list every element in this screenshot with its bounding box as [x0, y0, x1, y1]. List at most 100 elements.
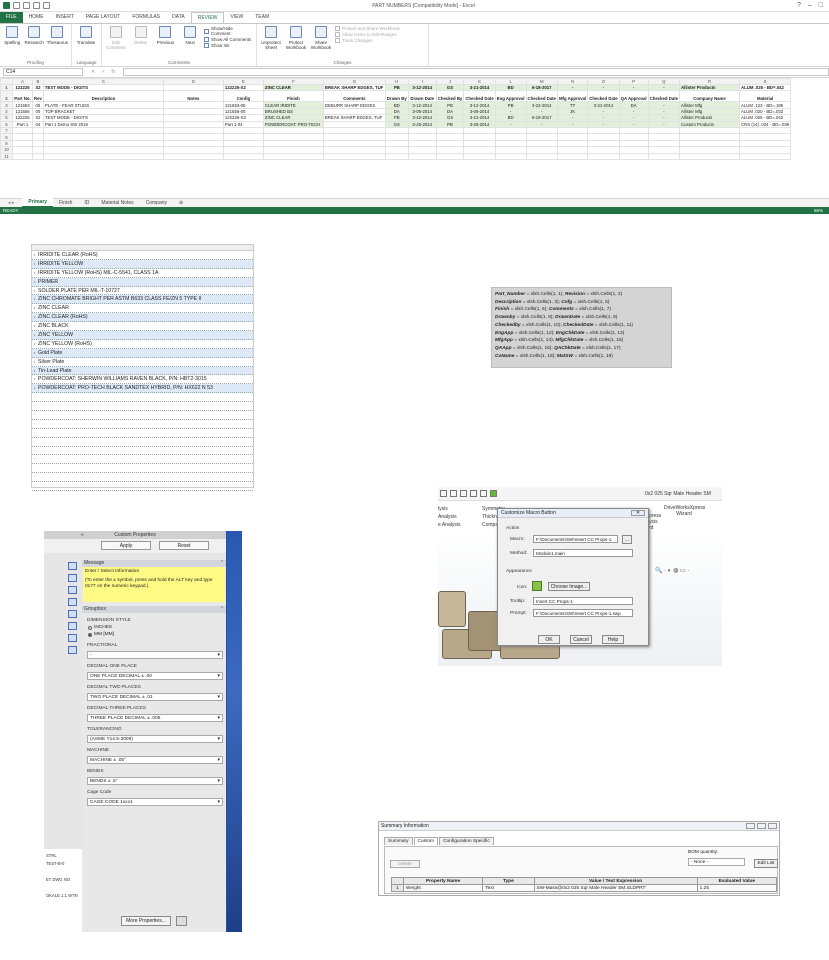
row-header[interactable]: 11 — [0, 152, 13, 160]
folder-icon[interactable] — [67, 586, 77, 594]
field-dropdown[interactable]: (ASME Y14.5-2009) — [87, 735, 223, 743]
cancel-icon[interactable]: ✕ — [91, 69, 95, 75]
sw-tool-icon[interactable] — [440, 490, 447, 497]
collapse-icon[interactable]: « — [81, 531, 84, 539]
tab-home[interactable]: HOME — [23, 12, 50, 23]
list-item[interactable]: • IRRIDITE YELLOW — [32, 259, 253, 269]
cell[interactable] — [42, 152, 164, 160]
tab-data[interactable]: DATA — [166, 12, 191, 23]
summary-tab-summary[interactable]: Summary — [384, 837, 413, 845]
field-dropdown[interactable]: - — [87, 651, 223, 659]
calculator-icon[interactable] — [176, 916, 187, 926]
insert-function-icon[interactable]: fx — [111, 69, 115, 75]
cell[interactable] — [262, 152, 324, 160]
list-item[interactable]: • POWDERCOAT: PRO-TECH BLACK SANDTEX HYBR… — [32, 384, 253, 394]
macro-icon[interactable] — [490, 490, 497, 497]
field-dropdown[interactable]: CAGE CODE 1xxx1 — [87, 798, 223, 806]
cell[interactable]: QA Approval — [618, 90, 649, 103]
property-name-cell[interactable]: Weight — [402, 884, 484, 892]
cell[interactable] — [435, 152, 465, 160]
cell[interactable]: Checked Date — [647, 90, 681, 103]
list-item[interactable]: • ZINC BLACK — [32, 322, 253, 332]
field-dropdown[interactable]: TWO PLACE DECIMAL ± .01 — [87, 693, 223, 701]
type-select[interactable]: Text — [482, 884, 535, 892]
maximize-icon[interactable]: □ — [819, 2, 823, 9]
tab-page-layout[interactable]: PAGE LAYOUT — [80, 12, 127, 23]
color-icon[interactable] — [67, 622, 77, 630]
show-all-comments-button[interactable]: Show All Comments — [204, 37, 253, 42]
cell[interactable]: 122225 — [12, 114, 33, 122]
tab-formulas[interactable]: FORMULAS — [126, 12, 166, 23]
list-item[interactable]: • SOLDER PLATE PER MIL-T-10727 — [32, 287, 253, 296]
save-icon[interactable] — [13, 2, 20, 9]
list-item[interactable]: • Gold Plate — [32, 348, 253, 358]
choose-image-button[interactable]: Choose Image... — [548, 582, 590, 591]
cell[interactable] — [618, 152, 649, 160]
close-icon[interactable] — [768, 823, 777, 829]
cell[interactable]: Rev — [32, 90, 44, 103]
cell[interactable] — [494, 152, 527, 160]
cell[interactable]: Checked Date — [463, 90, 496, 103]
field-dropdown[interactable]: BENDS ± .5° — [87, 777, 223, 785]
value-expression-cell[interactable]: SW-Mass@0x2 025 Sqr Male Header SM.SLDPR… — [533, 884, 698, 892]
cell[interactable]: Checked Date — [525, 90, 558, 103]
minimize-icon[interactable]: – — [808, 2, 812, 9]
save-icon-2[interactable] — [23, 2, 30, 9]
cancel-button[interactable]: Cancel — [570, 635, 592, 644]
empty-row[interactable]: · — [32, 411, 253, 420]
empty-row[interactable]: · — [32, 464, 253, 474]
maximize-icon[interactable] — [757, 823, 766, 829]
sw-tool-icon[interactable] — [470, 490, 477, 497]
prompt-field[interactable]: F:\Documents\SW\Insert CC Props-1.swp — [533, 609, 633, 617]
edit-list-button[interactable]: Edit List — [754, 859, 778, 868]
reset-button[interactable]: Reset — [159, 541, 209, 550]
table-row[interactable]: 1 Weight Text SW-Mass@0x2 025 Sqr Male H… — [391, 884, 778, 892]
cell[interactable]: POWDERCOAT: PRO-TECH — [262, 120, 324, 128]
cell[interactable] — [384, 152, 409, 160]
properties-icon[interactable] — [67, 646, 77, 654]
empty-row[interactable]: · — [32, 402, 253, 412]
cell[interactable] — [322, 152, 386, 160]
cmd-left-1[interactable]: lysis — [438, 505, 461, 513]
list-item[interactable]: • ZINC CLEAR (RoHS) — [32, 313, 253, 323]
cell[interactable] — [679, 152, 741, 160]
list-item[interactable]: • ZINC CLEAR — [32, 304, 253, 314]
home-icon[interactable] — [67, 562, 77, 570]
list-item[interactable]: • PRIMER — [32, 277, 253, 287]
name-box[interactable]: C14 — [3, 68, 83, 76]
bom-quantity-select[interactable]: - None - — [688, 858, 745, 866]
sheet-tab-company[interactable]: Company — [140, 199, 173, 207]
track-changes-button[interactable]: Track Changes — [335, 38, 400, 43]
view-toolbar-icons[interactable]: 🔍 · ◐ ◍ ▭ · — [655, 567, 689, 574]
cell[interactable] — [222, 152, 264, 160]
sheet-tab-material-notes[interactable]: Material Notes — [95, 199, 139, 207]
cell[interactable]: Finish — [262, 90, 324, 103]
field-dropdown[interactable]: MACHINE ± .05° — [87, 756, 223, 764]
more-properties-button[interactable]: More Properties... — [121, 916, 171, 926]
ok-button[interactable]: OK — [538, 635, 560, 644]
show-ink-button[interactable]: Show Ink — [204, 43, 253, 48]
list-item[interactable]: • Silver Plate — [32, 358, 253, 367]
empty-row[interactable]: · — [32, 473, 253, 483]
cell[interactable] — [556, 152, 589, 160]
new-sheet-icon[interactable]: ⊕ — [173, 200, 189, 206]
field-dropdown[interactable]: THREE PLACE DECIMAL ± .005 — [87, 714, 223, 722]
cell[interactable]: BREAK SHARP EDGES, TUF — [322, 83, 386, 92]
cell[interactable]: Notes — [162, 90, 224, 103]
scroll-tabs-left-icon[interactable]: ◂ ▸ — [0, 200, 22, 206]
cell[interactable] — [407, 152, 437, 160]
tooltip-field[interactable]: Insert CC Props-1 — [533, 597, 633, 605]
enter-icon[interactable]: ✓ — [101, 69, 105, 75]
tab-file[interactable]: FILE — [0, 12, 23, 23]
worksheet-grid[interactable]: A B C D E F G H I J K L M N O P Q R S 1 122225 X2 TEST MODE - … — [0, 78, 829, 198]
cmd-left-2[interactable]: Analysis — [438, 513, 461, 521]
redo-icon[interactable] — [43, 2, 50, 9]
help-button[interactable]: Help — [602, 635, 624, 644]
cell[interactable] — [162, 152, 224, 160]
cell[interactable] — [647, 152, 681, 160]
tab-insert[interactable]: INSERT — [50, 12, 80, 23]
allow-edit-ranges-button[interactable]: Allow Users to Edit Ranges — [335, 32, 400, 37]
cell[interactable]: Drawn By — [384, 90, 409, 103]
undo-icon[interactable] — [33, 2, 40, 9]
select-icon[interactable] — [450, 490, 457, 497]
